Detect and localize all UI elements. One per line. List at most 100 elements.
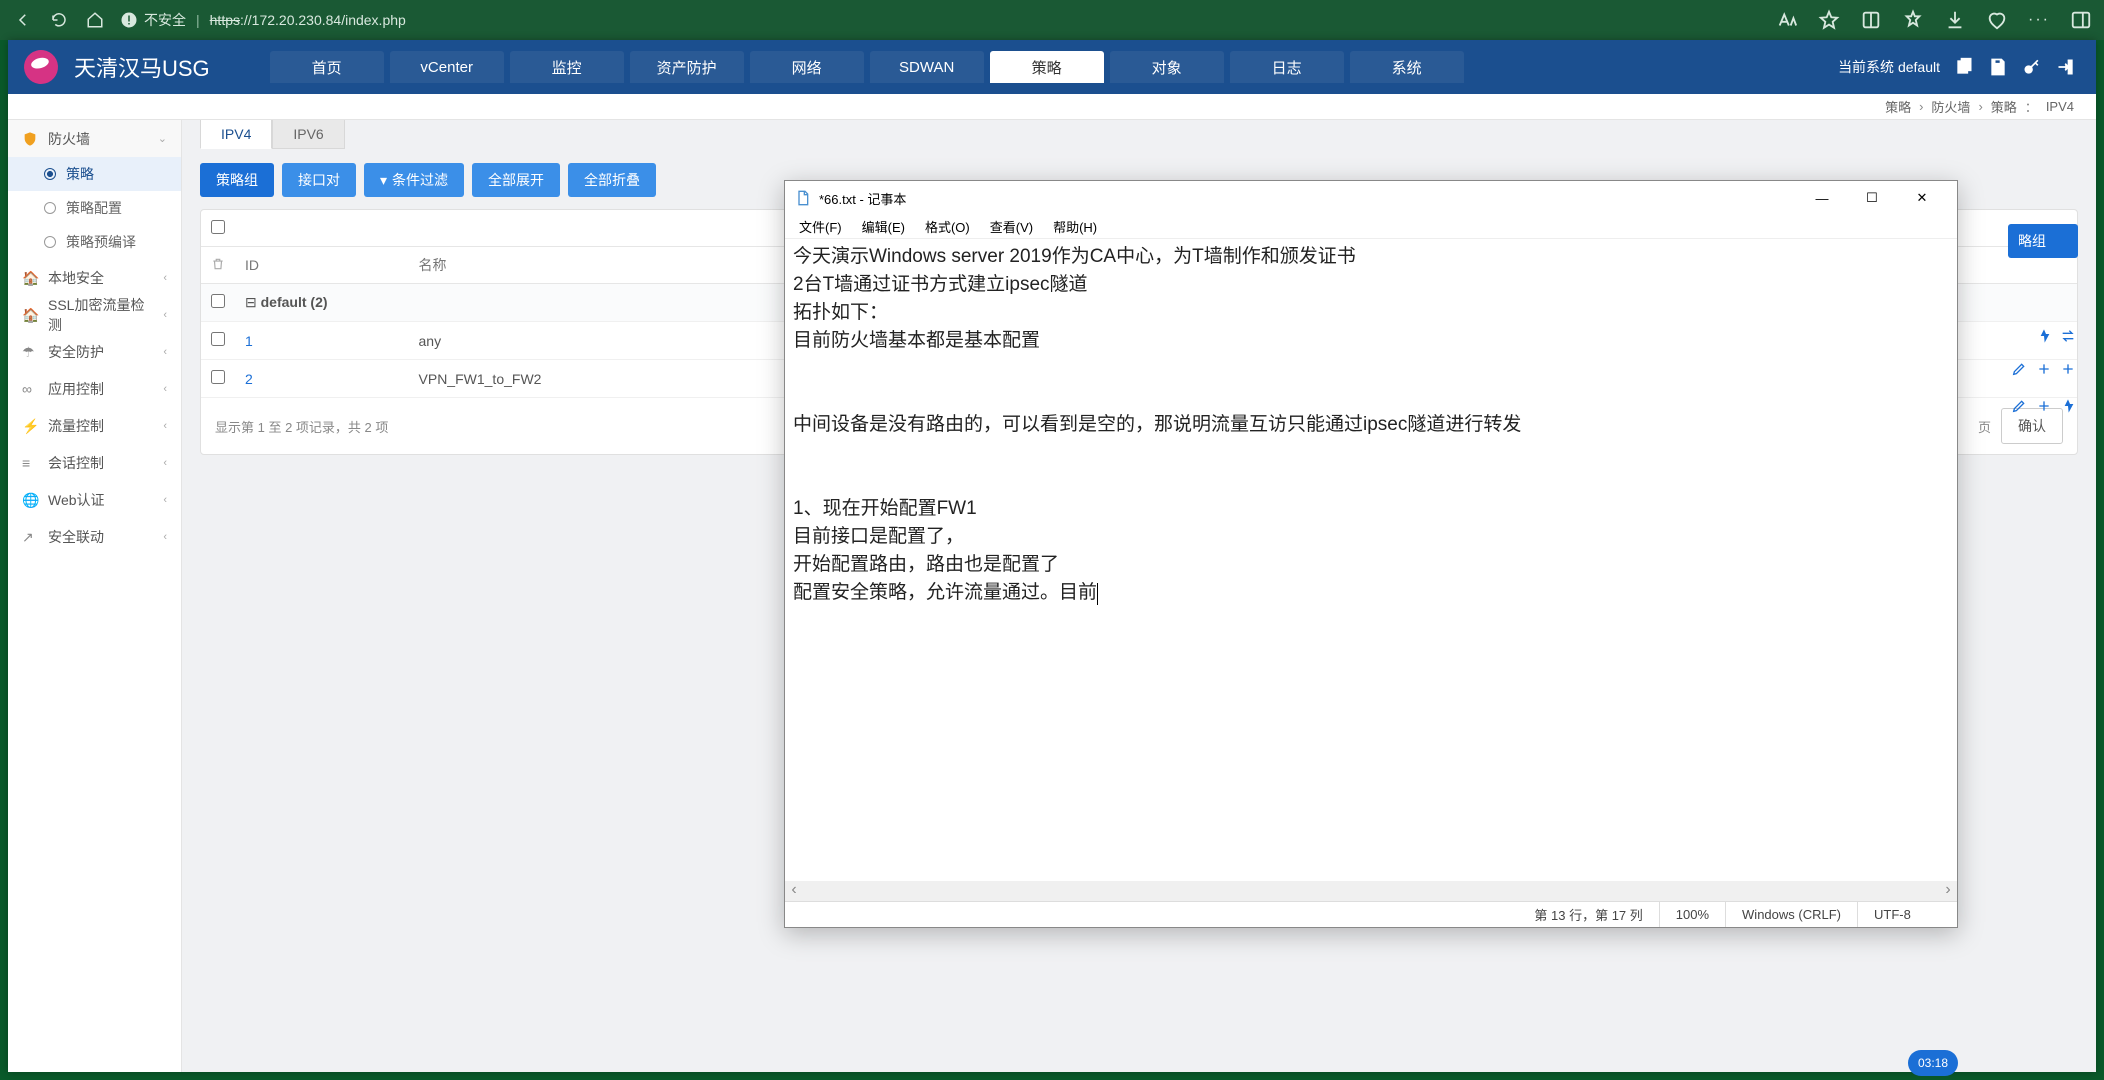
sidebar: 防火墙 ⌄ 策略 策略配置 策略预编译 🏠本地安全‹ 🏠 SSL加密流量检测 ‹ ☂安全… [8,120,182,1072]
select-all-checkbox[interactable] [211,220,225,234]
notepad-menu-item[interactable]: 编辑(E) [854,215,913,238]
nav-tab-5[interactable]: SDWAN [870,51,984,83]
expand-all-button[interactable]: 全部展开 [472,163,560,197]
app-header: 天清汉马USG 首页vCenter监控资产防护网络SDWAN策略对象日志系统 当… [8,40,2096,94]
pin-icon[interactable] [2060,398,2076,414]
nav-tab-9[interactable]: 系统 [1350,51,1464,83]
breadcrumb: 策略 › 防火墙 › 策略 ： IPV4 [8,94,2096,120]
sidebar-item-label: Web认证 [48,490,105,510]
notepad-textarea[interactable]: 今天演示Windows server 2019作为CA中心，为T墙制作和颁发证书… [785,239,1957,881]
save-icon[interactable] [1988,57,2008,77]
chevron-left-icon: ‹ [163,420,167,432]
row-checkbox[interactable] [211,294,225,308]
security-badge[interactable]: 不安全 [120,10,186,30]
taskbar-clock[interactable]: 03:18 [1908,1050,1958,1076]
trash-icon[interactable] [211,257,225,271]
sidebar-item-0[interactable]: 🏠本地安全‹ [8,259,181,296]
close-button[interactable]: ✕ [1897,181,1947,215]
row-checkbox[interactable] [211,370,225,384]
plus-icon[interactable] [2036,361,2052,377]
sidebar-item-5[interactable]: ≡会话控制‹ [8,444,181,481]
logout-icon[interactable] [2056,57,2076,77]
row-checkbox[interactable] [211,332,225,346]
horizontal-scrollbar[interactable]: ‹ › [785,881,1957,901]
shield-icon [22,131,38,147]
crumb-item[interactable]: 策略 [1991,97,2017,116]
notepad-menu-item[interactable]: 帮助(H) [1045,215,1105,238]
notepad-menu-item[interactable]: 格式(O) [917,215,978,238]
collapse-all-button[interactable]: 全部折叠 [568,163,656,197]
nav-tab-7[interactable]: 对象 [1110,51,1224,83]
copy-icon[interactable] [1954,57,1974,77]
maximize-button[interactable]: ☐ [1847,181,1897,215]
favorites-icon[interactable] [1902,9,1924,31]
home-icon[interactable] [84,9,106,31]
menu-icon: ⚡ [22,418,38,434]
nav-tab-6[interactable]: 策略 [990,51,1104,83]
sidebar-sub-policy[interactable]: 策略 [8,157,181,191]
sidebar-item-label: 本地安全 [48,268,104,288]
plus-icon[interactable] [2036,398,2052,414]
sidebar-item-label: 安全防护 [48,342,104,362]
sidebar-item-label: 安全联动 [48,527,104,547]
nav-tab-3[interactable]: 资产防护 [630,51,744,83]
sidebar-item-1[interactable]: 🏠SSL加密流量检测‹ [8,296,181,333]
filter-button[interactable]: ▾条件过滤 [364,163,464,197]
more-icon[interactable]: ··· [2028,9,2050,31]
tab-ipv4[interactable]: IPV4 [200,120,272,149]
policy-group-button-2[interactable]: 略组 [2008,224,2078,258]
interface-pair-button[interactable]: 接口对 [282,163,356,197]
pin-icon[interactable] [2036,328,2052,344]
key-icon[interactable] [2022,57,2042,77]
sidebar-item-6[interactable]: 🌐Web认证‹ [8,481,181,518]
notepad-titlebar[interactable]: *66.txt - 记事本 ― ☐ ✕ [785,181,1957,215]
extensions-icon[interactable] [1860,9,1882,31]
policy-group-button[interactable]: 策略组 [200,163,274,197]
menu-icon: ≡ [22,455,38,471]
notepad-menu-item[interactable]: 文件(F) [791,215,850,238]
nav-tab-4[interactable]: 网络 [750,51,864,83]
notepad-menu-item[interactable]: 查看(V) [982,215,1041,238]
nav-tab-8[interactable]: 日志 [1230,51,1344,83]
plus-icon[interactable] [2060,361,2076,377]
app-title: 天清汉马USG [74,51,210,83]
chevron-left-icon: ‹ [163,457,167,469]
sidebar-item-firewall[interactable]: 防火墙 ⌄ [8,120,181,157]
sidebar-sub-precompile[interactable]: 策略预编译 [8,225,181,259]
crumb-item[interactable]: 策略 [1885,97,1911,116]
group-label: default (2) [261,294,328,310]
edit-icon[interactable] [2011,361,2027,377]
refresh-icon[interactable] [48,9,70,31]
text-size-icon[interactable] [1776,9,1798,31]
collections-icon[interactable] [1986,9,2008,31]
row-id-link[interactable]: 2 [245,371,253,387]
nav-tab-0[interactable]: 首页 [270,51,384,83]
crumb-item: IPV4 [2046,99,2074,114]
tab-ipv6[interactable]: IPV6 [272,120,344,149]
nav-tab-1[interactable]: vCenter [390,51,504,83]
sidebar-item-label: SSL加密流量检测 [48,295,153,335]
row-id-link[interactable]: 1 [245,333,253,349]
notepad-statusbar: 第 13 行，第 17 列 100% Windows (CRLF) UTF-8 [785,901,1957,927]
sidebar-toggle-icon[interactable] [2070,9,2092,31]
minimize-button[interactable]: ― [1797,181,1847,215]
edit-icon[interactable] [2011,398,2027,414]
notepad-window: *66.txt - 记事本 ― ☐ ✕ 文件(F)编辑(E)格式(O)查看(V)… [784,180,1958,928]
star-icon[interactable] [1818,9,1840,31]
sidebar-item-2[interactable]: ☂安全防护‹ [8,333,181,370]
address-bar[interactable]: 不安全 | https://172.20.230.84/index.php [120,10,1762,30]
sidebar-item-4[interactable]: ⚡流量控制‹ [8,407,181,444]
sidebar-sub-policy-config[interactable]: 策略配置 [8,191,181,225]
radio-icon [44,236,56,248]
download-icon[interactable] [1944,9,1966,31]
sidebar-item-7[interactable]: ↗安全联动‹ [8,518,181,555]
crumb-item[interactable]: 防火墙 [1931,97,1970,116]
menu-icon: 🏠 [22,307,38,323]
back-icon[interactable] [12,9,34,31]
swap-icon[interactable] [2060,328,2076,344]
sidebar-item-3[interactable]: ∞应用控制‹ [8,370,181,407]
radio-icon [44,202,56,214]
url-text: https://172.20.230.84/index.php [210,12,406,28]
collapse-icon[interactable]: ⊟ [245,294,257,310]
nav-tab-2[interactable]: 监控 [510,51,624,83]
